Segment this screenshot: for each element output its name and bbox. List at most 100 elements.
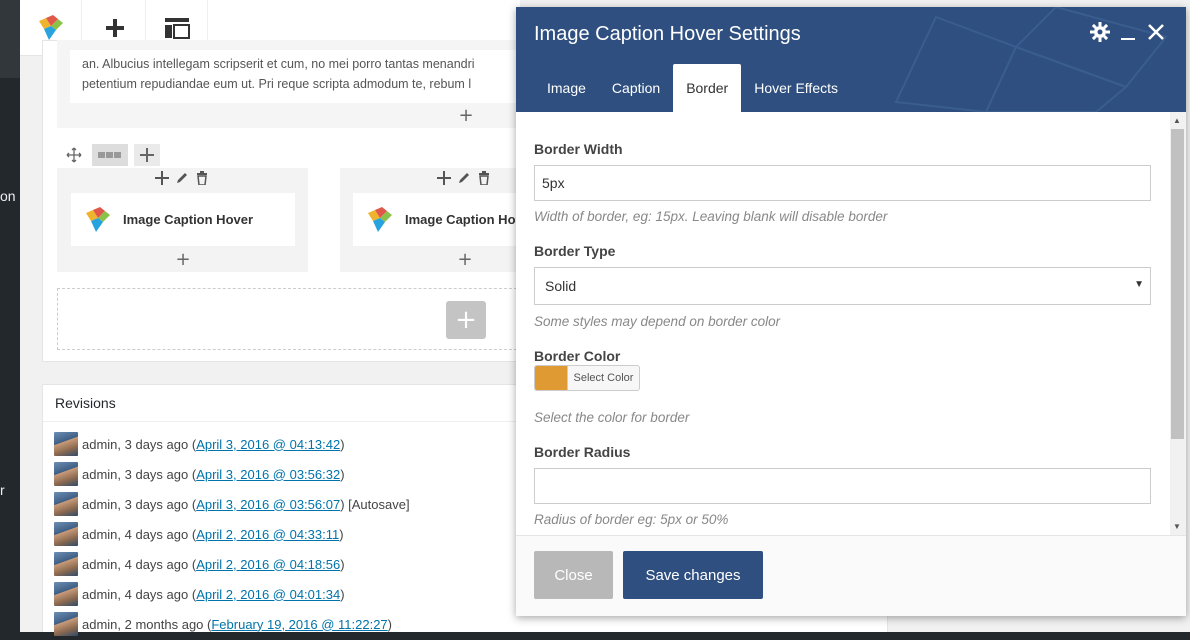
revision-author: admin, 4 days ago ( [82, 556, 197, 572]
border-type-value: Solid [545, 278, 577, 294]
border-type-help: Some styles may depend on border color [534, 314, 781, 329]
revision-row: admin, 2 months ago (February 19, 2016 @… [54, 612, 392, 636]
avatar [54, 552, 78, 576]
close-button[interactable]: Close [534, 551, 613, 599]
revision-tail: ) [340, 466, 345, 482]
revision-author: admin, 3 days ago ( [82, 436, 197, 452]
revision-link[interactable]: April 3, 2016 @ 04:13:42 [196, 437, 340, 452]
modal-footer: Close Save changes [516, 535, 1186, 616]
text-line: petentium repudiandae eum ut. Pri reque … [82, 77, 472, 91]
scroll-down-icon[interactable]: ▼ [1173, 522, 1181, 531]
chevron-down-icon: ▼ [1134, 279, 1144, 290]
avatar [54, 612, 78, 636]
revision-link[interactable]: April 3, 2016 @ 03:56:32 [196, 467, 340, 482]
admin-sidebar: on r [0, 0, 20, 640]
settings-modal: Image Caption Hover Settings Image Capti… [516, 7, 1186, 616]
sidebar-menu-fragment[interactable]: r [0, 482, 5, 498]
column-controls [155, 171, 209, 185]
admin-sidebar-top [0, 0, 20, 78]
save-changes-button[interactable]: Save changes [623, 551, 763, 599]
border-radius-input[interactable] [534, 468, 1151, 504]
revision-row: admin, 4 days ago (April 2, 2016 @ 04:01… [54, 582, 345, 606]
add-icon[interactable] [437, 171, 451, 185]
avatar [54, 582, 78, 606]
element-logo-icon [86, 206, 110, 232]
text-line: an. Albucius intellegam scripserit et cu… [82, 57, 475, 71]
avatar [54, 492, 78, 516]
border-type-label: Border Type [534, 243, 616, 259]
text-block[interactable]: an. Albucius intellegam scripserit et cu… [70, 50, 530, 103]
border-radius-label: Border Radius [534, 444, 631, 460]
tab-hover-effects[interactable]: Hover Effects [741, 64, 851, 112]
revision-author: admin, 3 days ago ( [82, 466, 197, 482]
close-icon[interactable] [1147, 22, 1165, 47]
add-below-icon[interactable]: + [174, 251, 192, 269]
revision-row: admin, 3 days ago (April 3, 2016 @ 04:13… [54, 432, 345, 456]
scroll-up-icon[interactable]: ▲ [1173, 116, 1181, 125]
revision-author: admin, 2 months ago ( [82, 616, 212, 632]
revision-author: admin, 4 days ago ( [82, 526, 197, 542]
layout-icon [164, 18, 190, 39]
element-label: Image Caption Ho [405, 212, 516, 227]
border-width-input[interactable]: 5px [534, 165, 1151, 201]
border-width-help: Width of border, eg: 15px. Leaving blank… [534, 209, 888, 224]
add-below-icon[interactable]: + [456, 251, 474, 269]
revision-link[interactable]: April 2, 2016 @ 04:01:34 [196, 587, 340, 602]
tab-border[interactable]: Border [673, 64, 742, 112]
revision-link[interactable]: April 2, 2016 @ 04:18:56 [196, 557, 340, 572]
delete-icon[interactable] [195, 171, 209, 185]
border-type-select[interactable]: Solid ▼ [534, 267, 1151, 305]
avatar [54, 522, 78, 546]
minimize-icon[interactable] [1120, 22, 1136, 47]
border-width-label: Border Width [534, 141, 623, 157]
element-card[interactable]: Image Caption Hover [71, 193, 295, 246]
plus-icon [105, 19, 124, 37]
delete-icon[interactable] [477, 171, 491, 185]
gear-icon[interactable] [1090, 22, 1110, 47]
modal-title: Image Caption Hover Settings [534, 23, 801, 45]
modal-body: Border Width 5px Width of border, eg: 15… [516, 112, 1186, 535]
element-logo-icon [368, 206, 392, 232]
color-picker-button[interactable]: Select Color [534, 365, 640, 391]
move-row-icon[interactable] [62, 144, 86, 166]
select-color-label: Select Color [567, 366, 639, 390]
border-color-label: Border Color [534, 348, 621, 364]
composer-logo-icon [38, 15, 63, 40]
revision-author: admin, 4 days ago ( [82, 586, 197, 602]
revision-row: admin, 4 days ago (April 2, 2016 @ 04:33… [54, 522, 344, 546]
element-card[interactable]: Image Caption Ho [353, 193, 527, 246]
scrollbar-thumb[interactable] [1171, 129, 1184, 439]
edit-icon[interactable] [175, 171, 189, 185]
avatar [54, 432, 78, 456]
color-swatch [535, 366, 567, 390]
revision-row: admin, 3 days ago (April 3, 2016 @ 03:56… [54, 462, 345, 486]
revision-tail: ) [340, 436, 345, 452]
border-radius-help: Radius of border eg: 5px or 50% [534, 512, 729, 527]
column-controls [437, 171, 491, 185]
revision-tail: ) [340, 586, 345, 602]
row-layout-icon[interactable] [92, 144, 128, 166]
add-below-icon[interactable]: + [457, 107, 475, 125]
border-color-help: Select the color for border [534, 410, 690, 425]
add-row-button[interactable]: + [446, 301, 486, 339]
revision-row: admin, 4 days ago (April 2, 2016 @ 04:18… [54, 552, 345, 576]
revision-tail: ) [387, 616, 392, 632]
revision-link[interactable]: April 2, 2016 @ 04:33:11 [196, 527, 339, 542]
revision-link[interactable]: April 3, 2016 @ 03:56:07 [196, 497, 340, 512]
tab-image[interactable]: Image [534, 64, 599, 112]
element-label: Image Caption Hover [123, 212, 254, 227]
add-column-icon[interactable] [134, 144, 160, 166]
revision-tail: ) [339, 526, 344, 542]
modal-tabs: Image Caption Border Hover Effects [534, 64, 851, 112]
tab-caption[interactable]: Caption [599, 64, 673, 112]
revision-row: admin, 3 days ago (April 3, 2016 @ 03:56… [54, 492, 410, 516]
revision-tail: ) [340, 556, 345, 572]
edit-icon[interactable] [457, 171, 471, 185]
add-icon[interactable] [155, 171, 169, 185]
avatar [54, 462, 78, 486]
revision-tail: ) [Autosave] [340, 496, 410, 512]
modal-header: Image Caption Hover Settings Image Capti… [516, 7, 1186, 112]
revision-link[interactable]: February 19, 2016 @ 11:22:27 [211, 617, 387, 632]
sidebar-menu-fragment[interactable]: on [0, 188, 16, 204]
revision-author: admin, 3 days ago ( [82, 496, 197, 512]
